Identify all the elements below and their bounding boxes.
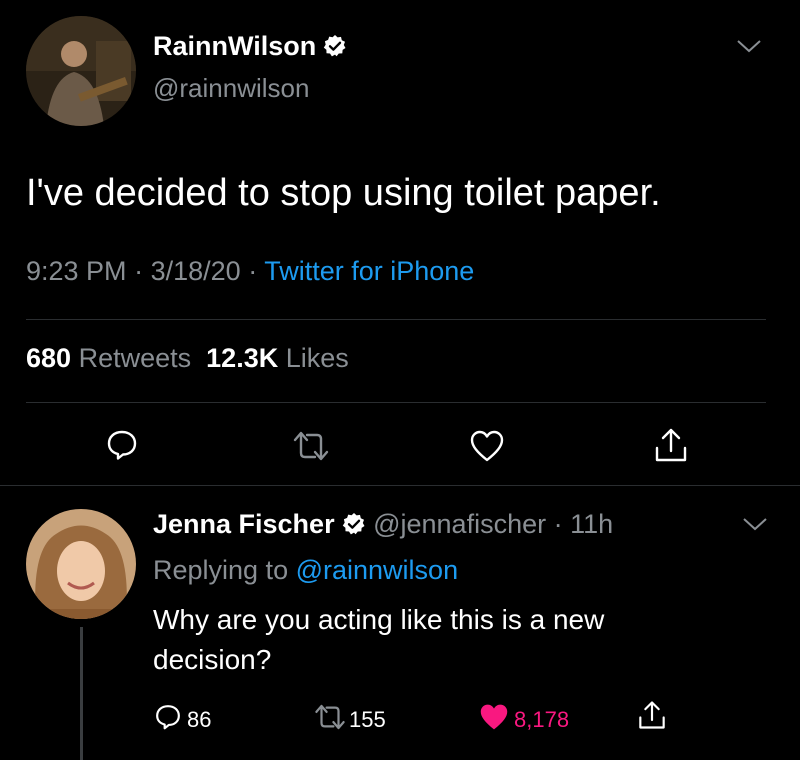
reply-count: 86 [187, 707, 212, 732]
display-name[interactable]: RainnWilson [153, 31, 316, 61]
tweet-source-link[interactable]: Twitter for iPhone [264, 256, 474, 286]
separator: · [134, 256, 144, 286]
reply-display-name[interactable]: Jenna Fischer [153, 509, 335, 539]
likes-stat[interactable]: 12.3K Likes [206, 343, 349, 373]
divider [0, 485, 800, 486]
reply-action-reply[interactable]: 86 [153, 702, 211, 738]
likes-count: 12.3K [206, 343, 279, 373]
avatar-rainnwilson[interactable] [26, 16, 136, 126]
thread-line [80, 627, 83, 760]
reply-action-like[interactable]: 8,178 [478, 702, 569, 738]
likes-label: Likes [285, 343, 349, 373]
share-icon[interactable] [653, 426, 689, 469]
verified-badge-icon [323, 34, 347, 58]
chevron-down-icon[interactable] [734, 36, 764, 61]
retweets-label: Retweets [78, 343, 192, 373]
verified-badge-icon [342, 512, 366, 536]
reply-age[interactable]: 11h [570, 509, 613, 539]
tweet-text: I've decided to stop using toilet paper. [26, 172, 661, 214]
reply-icon[interactable] [104, 427, 140, 468]
tweet-time: 9:23 PM [26, 256, 127, 286]
retweets-count: 680 [26, 343, 72, 373]
retweet-count: 155 [349, 707, 386, 732]
retweet-icon [313, 702, 347, 738]
separator: · [248, 256, 258, 286]
heart-icon[interactable] [469, 429, 505, 468]
reply-text-line-1: Why are you acting like this is a new [153, 604, 605, 635]
heart-icon-filled [478, 702, 510, 738]
handle[interactable]: @rainnwilson [153, 73, 309, 104]
reply-action-retweet[interactable]: 155 [313, 702, 386, 738]
reply-handle[interactable]: @jennafischer [373, 509, 546, 539]
divider [26, 319, 766, 320]
like-count: 8,178 [514, 707, 570, 732]
chevron-down-icon[interactable] [740, 514, 770, 539]
avatar-jennafischer[interactable] [26, 509, 136, 619]
replying-to-handle[interactable]: @rainnwilson [296, 555, 458, 585]
tweet-date: 3/18/20 [150, 256, 241, 286]
share-icon[interactable] [637, 699, 667, 736]
reply-text-line-2: decision? [153, 644, 272, 675]
reply-icon [153, 702, 183, 738]
retweet-icon[interactable] [291, 429, 331, 468]
replying-to-label: Replying to [153, 555, 289, 585]
separator: · [553, 509, 563, 539]
retweets-stat[interactable]: 680 Retweets [26, 343, 191, 373]
divider [26, 402, 766, 403]
